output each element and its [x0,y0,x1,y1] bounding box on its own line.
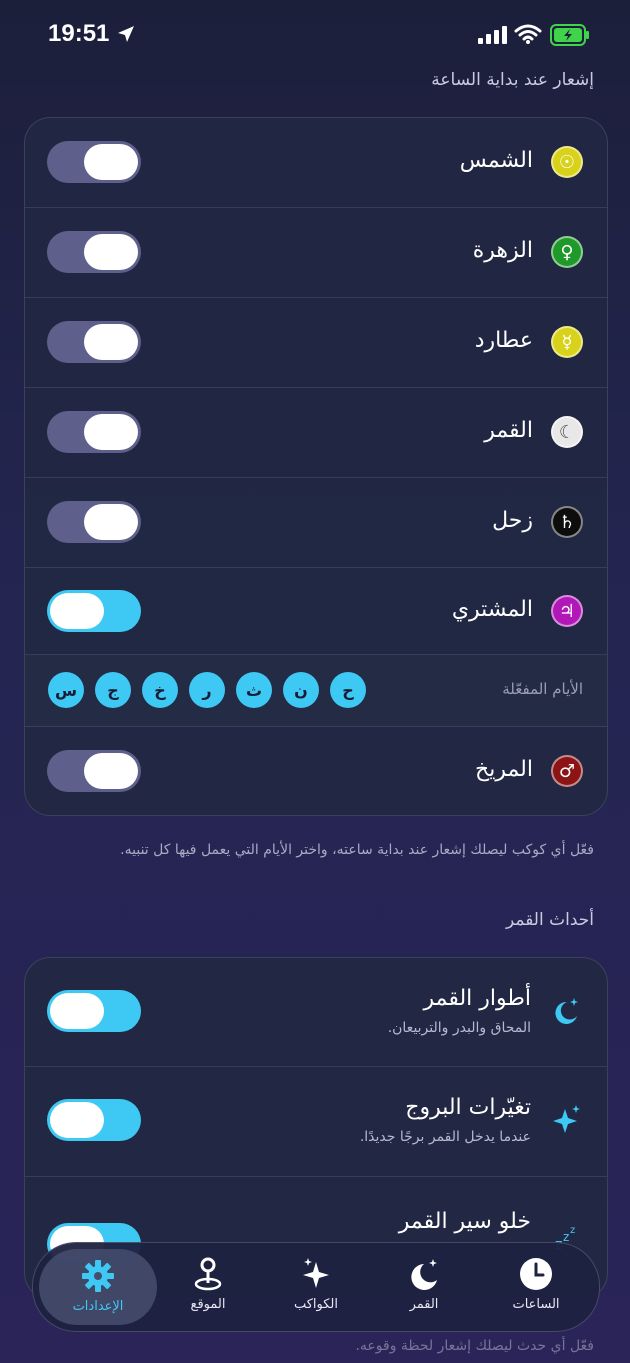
day-chip[interactable]: خ [142,672,178,708]
moon-tab-icon [411,1259,437,1290]
stars-tab-icon [303,1258,329,1288]
mars-icon: ♂ [551,755,583,787]
moon-event-row: تغيّرات البروج عندما يدخل القمر برجًا جد… [25,1067,607,1177]
moon-event-subtitle: عندما يدخل القمر برجًا جديدًا. [359,1129,531,1145]
hour-section-title: إشعار عند بداية الساعة [431,70,594,90]
planet-row-sun: ☉ الشمس [25,118,607,208]
day-chip[interactable]: ر [189,672,225,708]
status-bar: 19:51 [0,0,630,70]
mercury-toggle[interactable] [47,321,141,363]
venus-icon: ♀ [551,236,583,268]
saturn-icon: ♄ [551,506,583,538]
planet-label: الشمس [459,148,533,173]
gear-icon [82,1260,114,1292]
svg-text:z: z [570,1225,575,1236]
moon-event-subtitle: المحاق والبدر والتربيعان. [387,1020,531,1036]
moon-toggle[interactable] [47,411,141,453]
signal-icon [478,26,507,44]
planet-label: القمر [484,418,533,443]
planet-label: المشتري [451,597,533,622]
venus-toggle[interactable] [47,231,141,273]
planet-label: الزهرة [472,238,533,263]
tab-location[interactable]: الموقع [153,1243,263,1331]
planet-row-jupiter: ♃ المشتري [25,568,607,655]
tab-label: الكواكب [293,1297,339,1312]
planet-row-saturn: ♄ زحل [25,478,607,568]
moon-event-row: أطوار القمر المحاق والبدر والتربيعان. [25,958,607,1067]
day-chip[interactable]: س [48,672,84,708]
sparkles-icon [553,1105,580,1133]
moon-event-title: أطوار القمر [423,986,531,1011]
sun-icon: ☉ [551,146,583,178]
enabled-days-row: الأيام المفعّلة ح ن ث ر خ ج س [25,655,607,727]
status-time: 19:51 [48,20,110,47]
wifi-icon [514,24,542,44]
day-chip[interactable]: ن [283,672,319,708]
planet-row-venus: ♀ الزهرة [25,208,607,298]
location-arrow-icon [118,26,134,42]
moon-icon: ☾ [551,416,583,448]
saturn-toggle[interactable] [47,501,141,543]
planet-label: زحل [492,508,533,533]
moon-event-title: تغيّرات البروج [405,1095,531,1120]
mars-toggle[interactable] [47,750,141,792]
planet-row-mercury: ☿ عطارد [25,298,607,388]
moon-section-title: أحداث القمر [506,910,594,930]
moon-stars-icon [555,998,578,1024]
moon-phases-toggle[interactable] [47,990,141,1032]
moon-event-title: خلو سير القمر [398,1209,531,1234]
clock-icon [520,1258,552,1290]
zodiac-changes-toggle[interactable] [47,1099,141,1141]
tab-planets[interactable]: الكواكب [261,1243,371,1331]
tab-label: الإعدادات [72,1299,124,1314]
sun-toggle[interactable] [47,141,141,183]
planet-label: المريخ [475,757,533,782]
planet-notifications-card: ☉ الشمس ♀ الزهرة ☿ عطارد ☾ القمر ♄ زحل ♃… [24,117,608,816]
planet-label: عطارد [474,328,533,353]
tab-label: الساعات [512,1297,560,1312]
hour-section-note: فعّل أي كوكب ليصلك إشعار عند بداية ساعته… [120,842,594,858]
jupiter-icon: ♃ [551,595,583,627]
tab-settings[interactable]: الإعدادات [39,1249,157,1325]
moon-section-note: فعّل أي حدث ليصلك إشعار لحظة وقوعه. [355,1338,594,1354]
planet-row-mars: ♂ المريخ [25,727,607,815]
jupiter-toggle[interactable] [47,590,141,632]
tab-moon[interactable]: القمر [369,1243,479,1331]
map-pin-icon [194,1257,222,1291]
mercury-icon: ☿ [551,326,583,358]
tab-label: القمر [409,1297,439,1312]
day-chip[interactable]: ث [236,672,272,708]
tab-label: الموقع [190,1297,226,1312]
tab-bar: الساعات القمر الكواكب الموقع الإعدادات [32,1242,600,1332]
tab-hours[interactable]: الساعات [481,1243,591,1331]
day-chip[interactable]: ح [330,672,366,708]
battery-icon [550,24,589,46]
day-chip[interactable]: ج [95,672,131,708]
planet-row-moon: ☾ القمر [25,388,607,478]
enabled-days-label: الأيام المفعّلة [502,680,583,698]
